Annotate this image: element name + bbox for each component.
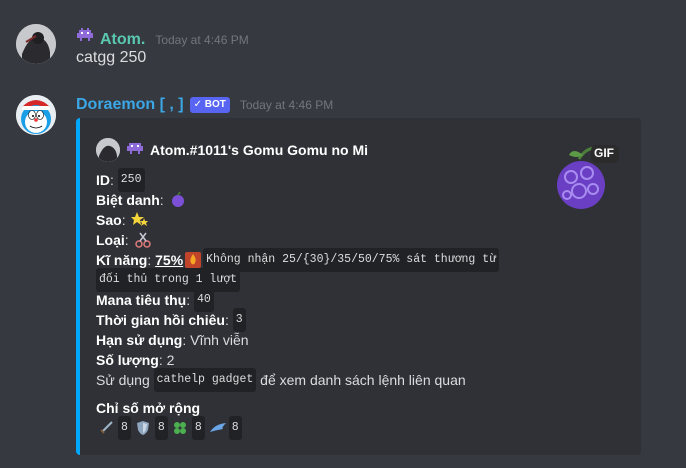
field-cooldown: Thời gian hồi chiêu: 3 [96,308,499,332]
field-duration: Hạn sử dụng: Vĩnh viễn [96,332,249,348]
skill-description-cont: đối thủ trong 1 lượt [96,268,241,292]
timestamp: Today at 4:46 PM [155,33,249,47]
field-label: Hạn sử dụng [96,332,183,348]
field-value: 40 [194,288,214,312]
field-id: ID: 250 [96,168,499,192]
wing-icon [209,420,226,436]
stat-value: 8 [118,416,131,440]
stats-row: 8 8 8 8 [96,416,499,440]
sword-icon [98,420,114,436]
message-content: catgg 250 [76,49,147,66]
usage-prefix: Sử dụng [96,372,150,388]
username[interactable]: Atom. [100,31,145,49]
stats-title: Chỉ số mở rộng [96,400,201,416]
field-label: Loại [96,232,125,248]
stats-title-line: Chỉ số mở rộng [96,398,499,418]
message-header: Doraemon [ , ] ✓ BOT Today at 4:46 PM [76,96,333,115]
field-quantity: Số lượng: 2 [96,352,175,368]
field-value: 250 [117,168,145,192]
field-usage: Sử dụng cathelp gadget để xem danh sách … [96,368,499,392]
skill-description: Không nhận 25/{30}/35/50/75% sát thương … [203,248,500,272]
usage-suffix: để xem danh sách lệnh liên quan [260,372,466,388]
field-value: Vĩnh viễn [190,332,249,348]
field-label: Biệt danh [96,192,160,208]
field-label: Sao [96,212,122,228]
field-label: Số lượng [96,352,159,368]
field-label: Kĩ năng [96,252,148,268]
skill-percent: 75% [155,252,184,268]
field-type: Loại: [96,230,499,250]
usage-command: cathelp gadget [153,368,257,392]
username[interactable]: Doraemon [ , ] [76,96,184,114]
author-avatar [96,138,120,162]
bot-avatar-doraemon[interactable] [16,95,56,135]
stars-icon [131,212,149,228]
alien-invader-icon [126,139,144,162]
stat-value: 8 [154,416,168,440]
field-label: Thời gian hồi chiêu [96,312,225,328]
field-skill: Kĩ năng: 75% Không nhận 25/{30}/35/50/75… [96,248,500,272]
field-stars: Sao: [96,210,499,230]
embed-author-name[interactable]: Atom.#1011's Gomu Gomu no Mi [150,142,368,158]
stat-value: 8 [228,416,242,440]
field-label: Mana tiêu thụ [96,292,187,308]
embed: Atom.#1011's Gomu Gomu no Mi GIF ID: 250… [76,118,641,455]
shield-icon [135,420,151,436]
field-value: 3 [232,308,246,332]
field-mana: Mana tiêu thụ: 40 [96,288,499,312]
user-avatar-atom[interactable] [16,24,56,64]
bot-badge: ✓ BOT [189,97,230,113]
devil-fruit-thumbnail[interactable]: GIF [549,141,621,213]
embed-fields: ID: 250 Biệt danh: Sao: Loại: Kĩ năng: 7… [96,168,500,440]
grape-fruit-icon [170,191,186,208]
alien-invader-icon [76,26,94,49]
clover-icon [172,420,188,436]
embed-author: Atom.#1011's Gomu Gomu no Mi [96,138,368,162]
stat-value: 8 [191,416,205,440]
field-nickname: Biệt danh: [96,190,499,210]
field-value: 2 [166,352,175,368]
fire-skill-icon [185,252,202,268]
scissors-icon [134,232,151,248]
field-label: ID [96,172,110,188]
timestamp: Today at 4:46 PM [239,98,334,112]
field-skill-cont: đối thủ trong 1 lượt [96,268,499,292]
gif-badge: GIF [594,146,614,160]
message-header: Atom. Today at 4:46 PM [76,26,249,49]
